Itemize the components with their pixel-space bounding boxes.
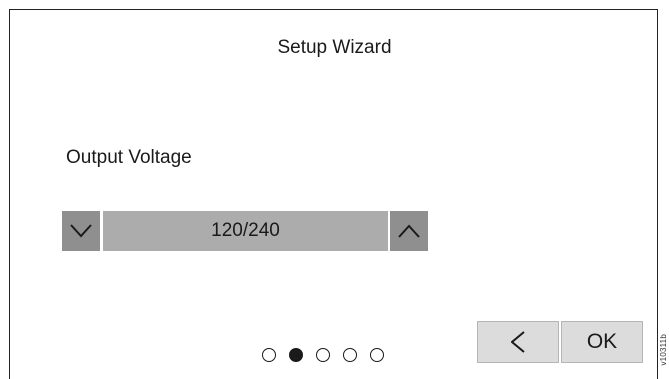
increase-button[interactable] — [390, 211, 428, 251]
figure-code: v10311b — [659, 334, 668, 366]
back-button[interactable] — [477, 321, 559, 363]
chevron-left-icon — [511, 331, 525, 353]
page-title: Setup Wizard — [10, 37, 659, 59]
page-dot — [370, 348, 384, 362]
page-dot — [316, 348, 330, 362]
page-dot — [262, 348, 276, 362]
decrease-button[interactable] — [62, 211, 100, 251]
field-label: Output Voltage — [66, 147, 192, 169]
voltage-selector: 120/240 — [62, 211, 428, 251]
page-dot-active — [289, 348, 303, 362]
chevron-down-icon — [70, 224, 92, 238]
wizard-screen: Setup Wizard Output Voltage 120/240 OK — [9, 9, 658, 379]
page-indicator — [262, 346, 384, 364]
page-dot — [343, 348, 357, 362]
ok-button[interactable]: OK — [561, 321, 643, 363]
chevron-up-icon — [398, 224, 420, 238]
voltage-value: 120/240 — [103, 211, 388, 251]
